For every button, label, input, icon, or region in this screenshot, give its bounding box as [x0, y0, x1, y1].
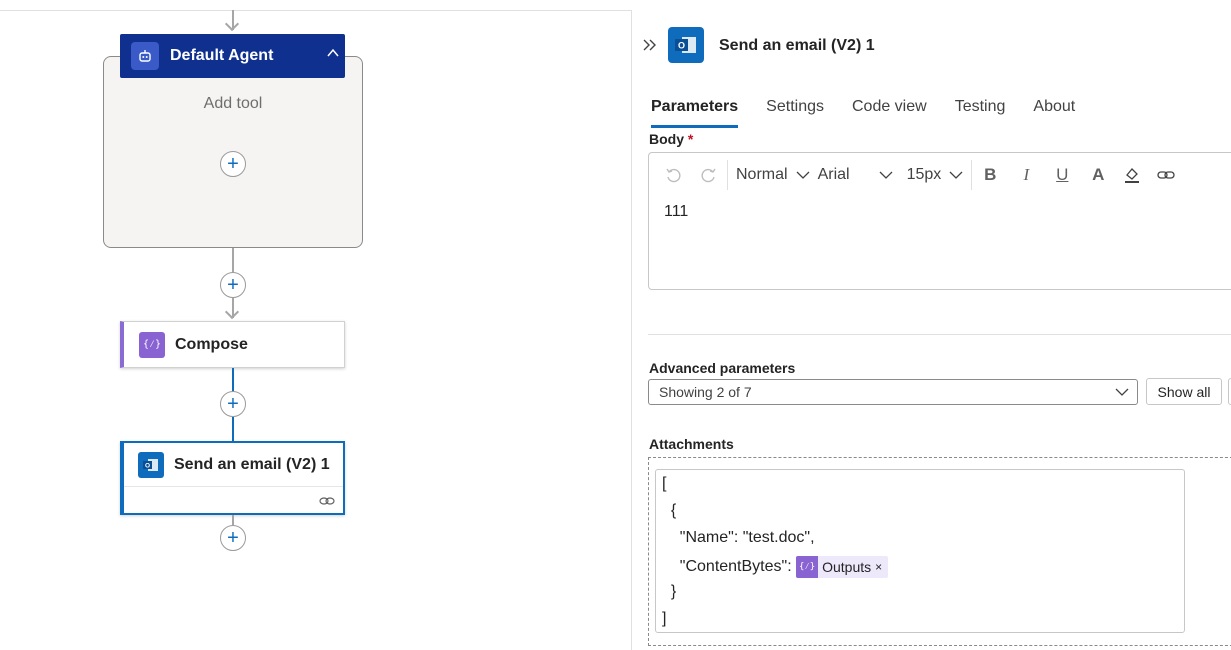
code-line: {	[662, 502, 677, 519]
content-bytes-key: "ContentBytes":	[662, 558, 797, 576]
compose-card[interactable]: {⁄} Compose	[120, 321, 345, 368]
connector-line	[232, 515, 234, 525]
outlook-icon: O	[668, 27, 704, 63]
panel-tabs: Parameters Settings Code view Testing Ab…	[651, 98, 1103, 128]
body-text[interactable]: 111	[664, 203, 688, 221]
chevron-down-icon	[879, 171, 893, 179]
flow-canvas: Default Agent Add tool + + {⁄} Compose +…	[0, 0, 631, 650]
svg-text:O: O	[145, 462, 150, 469]
italic-icon[interactable]: I	[1016, 165, 1036, 185]
connector-arrow	[224, 304, 240, 320]
outputs-token[interactable]: {⁄} Outputs ×	[796, 556, 889, 578]
tab-testing[interactable]: Testing	[955, 98, 1006, 128]
body-editor[interactable]: Normal Arial 15px B I U A 111	[648, 152, 1231, 290]
agent-header[interactable]: Default Agent	[120, 34, 345, 78]
underline-icon[interactable]: U	[1052, 165, 1072, 185]
tab-code-view[interactable]: Code view	[852, 98, 927, 128]
link-icon	[319, 497, 335, 505]
section-divider	[648, 334, 1231, 335]
tab-settings[interactable]: Settings	[766, 98, 824, 128]
connector-arrow	[224, 16, 240, 32]
bold-icon[interactable]: B	[980, 165, 1000, 185]
undo-icon[interactable]	[663, 165, 683, 185]
insert-step-button[interactable]: +	[220, 391, 246, 417]
text-style-value: Normal	[736, 166, 788, 183]
compose-icon: {⁄}	[139, 331, 165, 358]
code-line: "Name": "test.doc",	[662, 529, 815, 546]
add-tool-label: Add tool	[203, 95, 263, 112]
svg-text:O: O	[678, 41, 685, 51]
font-dropdown[interactable]: Arial	[818, 166, 893, 184]
highlight-icon[interactable]	[1122, 165, 1142, 185]
send-email-card[interactable]: O Send an email (V2) 1	[120, 441, 345, 515]
connector-line	[232, 248, 234, 272]
chevron-down-icon	[949, 171, 963, 179]
code-line: [	[662, 475, 667, 492]
compose-icon: {⁄}	[796, 556, 819, 578]
code-line: "ContentBytes": {⁄} Outputs ×	[662, 556, 889, 578]
connector-line	[232, 368, 234, 392]
attachments-label: Attachments	[649, 436, 734, 452]
chevron-up-icon[interactable]	[327, 47, 339, 59]
font-size-value: 15px	[906, 166, 942, 183]
text-style-dropdown[interactable]: Normal	[736, 166, 810, 184]
expand-panel-icon[interactable]	[642, 37, 658, 53]
redo-icon[interactable]	[699, 165, 719, 185]
outputs-token-label: Outputs	[822, 559, 872, 575]
add-step-button[interactable]: +	[220, 525, 246, 551]
compose-title: Compose	[175, 335, 248, 353]
body-label-text: Body	[649, 131, 684, 147]
required-mark: *	[687, 131, 694, 147]
link-icon[interactable]	[1156, 165, 1176, 185]
details-panel: O Send an email (V2) 1 Parameters Settin…	[631, 10, 1231, 650]
panel-title: Send an email (V2) 1	[719, 37, 875, 54]
font-value: Arial	[817, 166, 850, 183]
advanced-parameters-select[interactable]: Showing 2 of 7	[648, 379, 1138, 405]
outlook-icon: O	[138, 451, 164, 478]
tab-about[interactable]: About	[1033, 98, 1075, 128]
advanced-parameters-value: Showing 2 of 7	[659, 384, 752, 400]
font-color-icon[interactable]: A	[1088, 165, 1108, 185]
tab-parameters[interactable]: Parameters	[651, 98, 739, 128]
toolbar-divider	[971, 160, 973, 190]
body-label: Body *	[649, 131, 693, 147]
connector-line	[232, 417, 234, 441]
agent-icon	[131, 42, 159, 70]
add-tool-button[interactable]: +	[220, 151, 246, 177]
agent-title: Default Agent	[170, 47, 274, 64]
designer-root: Default Agent Add tool + + {⁄} Compose +…	[0, 0, 1231, 650]
send-email-title: Send an email (V2) 1	[174, 455, 330, 473]
show-all-button[interactable]: Show all	[1146, 378, 1222, 405]
toolbar-divider	[727, 160, 728, 190]
chevron-down-icon	[1115, 388, 1129, 396]
font-size-dropdown[interactable]: 15px	[907, 166, 964, 184]
code-line: }	[662, 583, 677, 600]
insert-step-button[interactable]: +	[220, 272, 246, 298]
remove-token-icon[interactable]: ×	[875, 560, 882, 574]
code-line: ]	[662, 610, 667, 627]
advanced-parameters-label: Advanced parameters	[649, 360, 796, 376]
chevron-down-icon	[796, 171, 810, 179]
editor-toolbar: Normal Arial 15px B I U A	[649, 153, 1231, 197]
attachments-input[interactable]: [ { "Name": "test.doc", "ContentBytes": …	[655, 469, 1185, 633]
